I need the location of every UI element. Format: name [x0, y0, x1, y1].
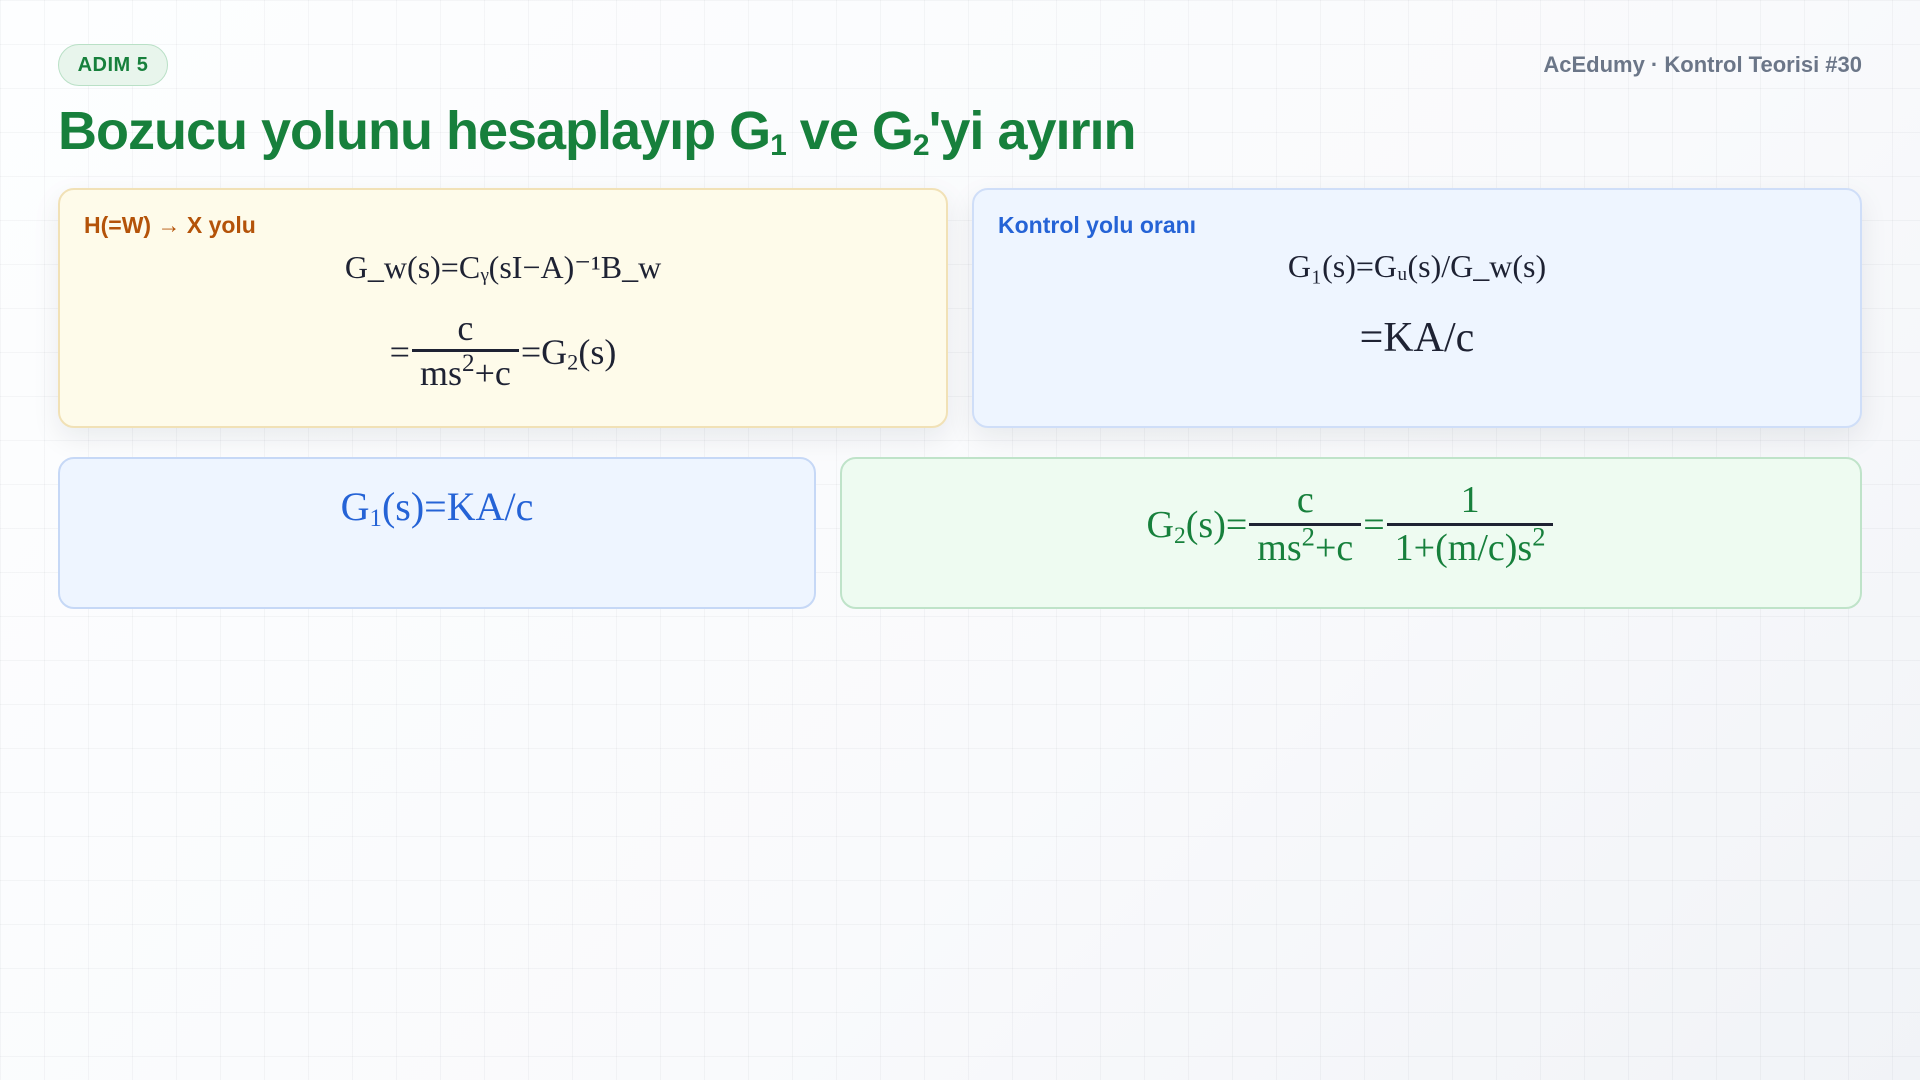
fraction: 1 1+(m/c)s2: [1386, 479, 1554, 572]
den-base: 1+(m/c)s: [1394, 526, 1533, 569]
brand-caption: AcEdumy · Kontrol Teorisi #30: [1543, 52, 1862, 77]
eq-suffix-subscript: 2: [567, 349, 579, 375]
title-part: 'yi ayırın: [928, 101, 1137, 161]
g2-base: G: [1146, 504, 1174, 547]
g2-lhs: G2(s)=: [1146, 503, 1248, 550]
title-part: ve G: [785, 101, 914, 161]
den-exponent: 2: [1532, 521, 1546, 552]
disturbance-fraction-equation: = c ms2+c =G2(s): [60, 308, 946, 396]
g2-result-formula: G2(s)= c ms2+c = 1 1+(m/c)s2: [842, 479, 1860, 571]
fraction-denominator: 1+(m/c)s2: [1387, 523, 1554, 572]
g1-result-formula: G1(s)=KA/c: [60, 483, 814, 533]
eq-suffix-base: =G: [520, 331, 568, 372]
g1-result-card: G1(s)=KA/c: [58, 457, 816, 609]
den-tail: +c: [1314, 526, 1354, 569]
page-title: Bozucu yolunu hesaplayıp G1 ve G2'yi ayı…: [58, 100, 1137, 163]
den-exponent: 2: [461, 350, 475, 378]
g1-subscript: 1: [369, 505, 382, 533]
g2-subscript: 2: [1173, 523, 1186, 550]
title-subscript: 2: [912, 129, 930, 162]
eq-suffix-tail: (s): [578, 331, 617, 372]
title-subscript: 1: [770, 129, 787, 162]
fraction-numerator: c: [457, 308, 474, 348]
control-formula-line: G₁(s)=Gᵤ(s)/G_w(s): [1287, 248, 1547, 284]
disturbance-path-label: H(=W) → X yolu: [84, 212, 256, 238]
den-tail: +c: [474, 353, 511, 394]
fraction: c ms2+c: [1249, 479, 1362, 572]
equals-sign: =: [1363, 504, 1385, 547]
control-formula-result: =KA/c: [1359, 315, 1475, 361]
step-badge: ADIM 5: [58, 44, 168, 86]
disturbance-path-card: H(=W) → X yolu G_w(s)=Cᵧ(sI−A)⁻¹B_w = c …: [58, 188, 948, 428]
title-part: Bozucu yolunu hesaplayıp G: [58, 101, 771, 161]
equals-sign: =: [389, 331, 410, 372]
g1-tail: (s)=KA/c: [381, 484, 534, 529]
g1-base: G: [340, 484, 370, 529]
fraction-denominator: ms2+c: [1249, 523, 1361, 572]
eq-suffix: =G2(s): [521, 331, 616, 373]
den-base: ms: [419, 353, 462, 394]
fraction-numerator: 1: [1460, 479, 1480, 521]
fraction-denominator: ms2+c: [412, 350, 519, 395]
fraction: c ms2+c: [411, 308, 519, 396]
disturbance-formula-line: G_w(s)=Cᵧ(sI−A)⁻¹B_w: [344, 249, 662, 285]
control-path-card: Kontrol yolu oranı G₁(s)=Gᵤ(s)/G_w(s) =K…: [972, 188, 1862, 428]
fraction-numerator: c: [1296, 479, 1314, 521]
den-base: ms: [1257, 526, 1302, 569]
den-exponent: 2: [1301, 521, 1315, 552]
g2-mid: (s)=: [1185, 504, 1248, 547]
g2-result-card: G2(s)= c ms2+c = 1 1+(m/c)s2: [840, 457, 1862, 609]
control-path-label: Kontrol yolu oranı: [998, 212, 1197, 238]
